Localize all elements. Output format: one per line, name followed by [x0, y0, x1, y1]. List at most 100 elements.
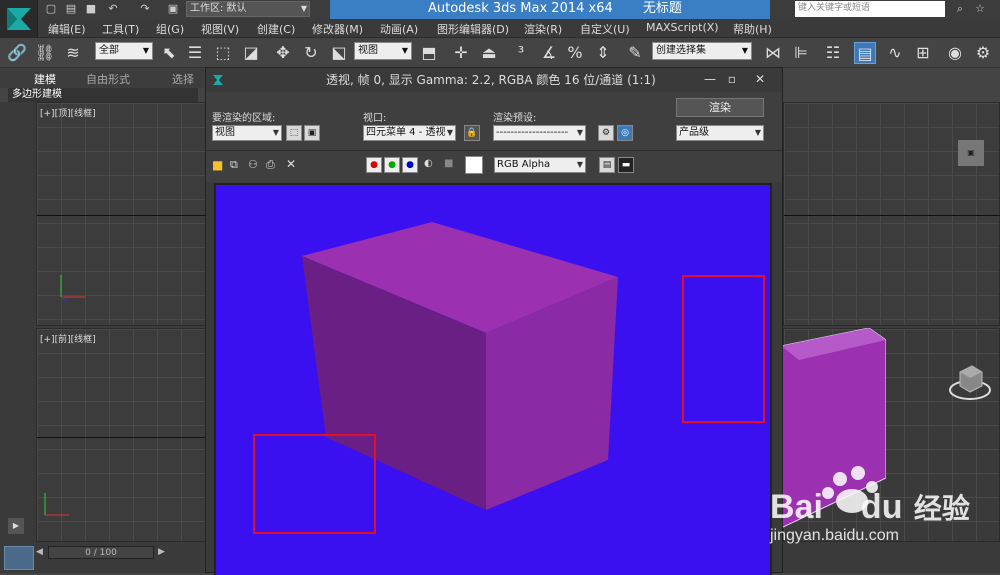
spinner-snap-icon[interactable]: ⇕	[592, 42, 614, 64]
next-frame-icon[interactable]: ▶	[158, 547, 168, 559]
tab-modeling[interactable]: 建模	[34, 71, 56, 87]
percent-snap-icon[interactable]: %	[564, 42, 586, 64]
red-channel-icon[interactable]: ●	[366, 157, 382, 173]
render-setup-icon[interactable]: ⚙	[598, 125, 614, 141]
toggle-ui-overlay-icon[interactable]: ▤	[599, 157, 615, 173]
max-logo-icon	[213, 75, 223, 85]
snaps-toggle-icon[interactable]: ³	[510, 42, 532, 64]
clear-icon[interactable]: ✕	[286, 157, 300, 171]
tab-selection[interactable]: 选择	[172, 71, 194, 87]
viewport-front-label[interactable]: [+][前][线框]	[40, 332, 96, 345]
display-channel-dropdown[interactable]: RGB Alpha ▼	[494, 157, 586, 173]
rect-select-region-icon[interactable]: ⬚	[212, 42, 234, 64]
render-setup-icon[interactable]: ⚙	[972, 42, 994, 64]
viewport-dropdown[interactable]: 四元菜单 4 - 透视 ▼	[363, 125, 456, 141]
save-image-icon[interactable]: ■	[212, 158, 226, 172]
app-logo[interactable]	[0, 0, 38, 38]
toggle-ui-icon[interactable]: ▬	[618, 157, 634, 173]
minimize-icon[interactable]: —	[700, 70, 720, 88]
clone-frame-icon[interactable]: ⚇	[248, 158, 262, 172]
bind-spacewarp-icon[interactable]: ≋	[62, 42, 84, 64]
monochrome-icon[interactable]: ■	[444, 158, 453, 169]
material-editor-icon[interactable]: ◉	[944, 42, 966, 64]
menu-tools[interactable]: 工具(T)	[102, 21, 139, 37]
favorites-icon[interactable]: ☆	[972, 1, 988, 17]
menu-customize[interactable]: 自定义(U)	[580, 21, 630, 37]
tab-freeform[interactable]: 自由形式	[86, 71, 130, 87]
render-quality-dropdown[interactable]: 产品级 ▼	[676, 125, 764, 141]
edit-region-icon[interactable]: ⬚	[286, 125, 302, 141]
mini-listener-icon[interactable]	[4, 546, 34, 570]
copy-image-icon[interactable]: ⧉	[230, 158, 244, 172]
new-file-icon[interactable]: ▢	[44, 2, 58, 16]
keyboard-shortcut-icon[interactable]: ⏏	[478, 42, 500, 64]
select-manipulate-icon[interactable]: ✛	[450, 42, 472, 64]
menu-maxscript[interactable]: MAXScript(X)	[646, 21, 719, 34]
render-preset-dropdown[interactable]: -------------------- ▼	[493, 125, 586, 141]
pivot-center-icon[interactable]: ⬒	[418, 42, 440, 64]
time-slider[interactable]: 0 / 100	[48, 546, 154, 559]
workspace-dropdown[interactable]: 工作区: 默认 ▼	[186, 1, 310, 17]
print-icon[interactable]: ⎙	[266, 158, 280, 172]
open-file-icon[interactable]: ▤	[64, 2, 78, 16]
unlink-icon[interactable]: ⛓	[34, 42, 56, 64]
edit-named-selection-icon[interactable]: ✎	[624, 42, 646, 64]
menu-views[interactable]: 视图(V)	[201, 21, 239, 37]
menu-rendering[interactable]: 渲染(R)	[524, 21, 562, 37]
environment-icon[interactable]: ◎	[617, 125, 633, 141]
polygon-modeling-panel[interactable]: 多边形建模	[8, 88, 198, 102]
named-selection-dropdown[interactable]: 创建选择集 ▼	[652, 42, 752, 60]
menu-graph-editors[interactable]: 图形编辑器(D)	[437, 21, 509, 37]
viewport-left[interactable]	[783, 102, 1000, 326]
menu-group[interactable]: 组(G)	[156, 21, 184, 37]
mirror-icon[interactable]: ⋈	[762, 42, 784, 64]
undo-icon[interactable]: ↶	[106, 2, 120, 16]
play-icon[interactable]: ▶	[8, 518, 24, 534]
maximize-icon[interactable]: ▫	[722, 70, 742, 88]
viewcube-perspective-icon[interactable]	[948, 358, 992, 402]
save-icon[interactable]: ■	[84, 2, 98, 16]
scale-icon[interactable]: ⬕	[328, 42, 350, 64]
viewport-top-label[interactable]: [+][顶][线框]	[40, 106, 96, 119]
menu-help[interactable]: 帮助(H)	[733, 21, 772, 37]
close-icon[interactable]: ✕	[750, 70, 770, 88]
viewport-top[interactable]: [+][顶][线框]	[36, 102, 207, 326]
area-to-render-dropdown[interactable]: 视图 ▼	[212, 125, 282, 141]
viewport-front[interactable]: [+][前][线框]	[36, 328, 207, 542]
layer-manager-icon[interactable]: ☷	[822, 42, 844, 64]
render-canvas[interactable]	[216, 185, 770, 575]
hold-icon[interactable]: ▣	[166, 2, 180, 16]
watermark-site: 经验	[913, 493, 970, 524]
prev-frame-icon[interactable]: ◀	[36, 547, 46, 559]
alpha-channel-icon[interactable]: ◐	[424, 158, 433, 169]
window-crossing-icon[interactable]: ◪	[240, 42, 262, 64]
menu-animation[interactable]: 动画(A)	[380, 21, 418, 37]
viewcube-icon[interactable]: ▣	[958, 140, 984, 166]
curve-editor-icon[interactable]: ∿	[884, 42, 906, 64]
ref-coord-dropdown[interactable]: 视图 ▼	[354, 42, 412, 60]
auto-region-icon[interactable]: ▣	[304, 125, 320, 141]
blue-channel-icon[interactable]: ●	[402, 157, 418, 173]
color-swatch[interactable]	[465, 156, 483, 174]
lock-icon[interactable]: 🔒	[464, 125, 480, 141]
green-channel-icon[interactable]: ●	[384, 157, 400, 173]
menu-create[interactable]: 创建(C)	[257, 21, 295, 37]
select-object-icon[interactable]: ⬉	[158, 42, 180, 64]
selection-filter-dropdown[interactable]: 全部 ▼	[95, 42, 153, 60]
move-icon[interactable]: ✥	[272, 42, 294, 64]
select-by-name-icon[interactable]: ☰	[184, 42, 206, 64]
menu-edit[interactable]: 编辑(E)	[48, 21, 86, 37]
render-button[interactable]: 渲染	[676, 98, 764, 117]
schematic-view-icon[interactable]: ⊞	[912, 42, 934, 64]
graphite-ribbon-icon[interactable]: ▤	[854, 42, 876, 64]
binoculars-icon[interactable]: ⌕	[952, 1, 968, 17]
angle-snap-icon[interactable]: ∡	[538, 42, 560, 64]
redo-icon[interactable]: ↷	[138, 2, 152, 16]
rotate-icon[interactable]: ↻	[300, 42, 322, 64]
render-preset-label: 渲染预设:	[493, 113, 537, 124]
max-logo-icon	[7, 8, 31, 30]
menu-modifiers[interactable]: 修改器(M)	[312, 21, 363, 37]
align-icon[interactable]: ⊫	[790, 42, 812, 64]
link-icon[interactable]: 🔗	[6, 42, 28, 64]
search-input[interactable]: 键入关键字或短语	[795, 1, 945, 17]
